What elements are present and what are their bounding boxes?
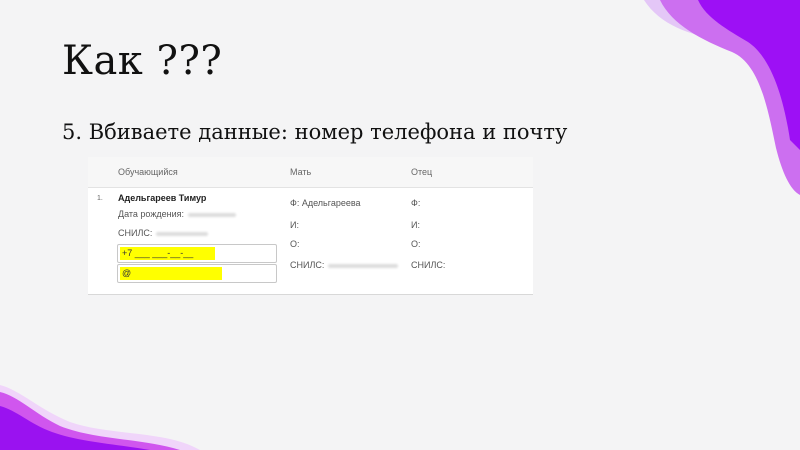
father-i: И:: [411, 220, 420, 230]
father-o: О:: [411, 239, 421, 249]
mother-snils-label: СНИЛС:: [290, 260, 325, 270]
birth-date-label: Дата рождения:: [118, 209, 236, 219]
screenshot-table: Обучающийся Мать Отец 1. Адельгареев Тим…: [88, 157, 533, 295]
decorative-blob-bottom-left: [0, 385, 200, 450]
student-snils-label: СНИЛС:: [118, 228, 153, 238]
father-snils: СНИЛС:: [411, 260, 446, 270]
row-number: 1.: [97, 195, 103, 202]
student-snils: СНИЛС:: [118, 228, 209, 238]
student-name: Адельгареев Тимур: [118, 193, 207, 203]
slide-subtitle: 5. Вбиваете данные: номер телефона и поч…: [62, 120, 568, 144]
header-student: Обучающийся: [118, 167, 178, 177]
mother-o: О:: [290, 239, 300, 249]
header-mother: Мать: [290, 167, 312, 177]
email-input-value: @: [120, 267, 222, 280]
phone-input[interactable]: +7 ___ ___-__-__: [117, 244, 277, 263]
slide-title: Как ???: [62, 38, 223, 84]
father-f: Ф:: [411, 198, 421, 208]
mother-snils: СНИЛС:: [290, 260, 399, 270]
redacted-text: [156, 231, 209, 236]
mother-i: И:: [290, 220, 299, 230]
header-father: Отец: [411, 167, 433, 177]
email-input[interactable]: @: [117, 264, 277, 283]
redacted-text: [328, 263, 399, 268]
phone-input-value: +7 ___ ___-__-__: [120, 247, 215, 260]
redacted-text: [188, 212, 236, 217]
birth-date-label-text: Дата рождения:: [118, 209, 184, 219]
table-header: Обучающийся Мать Отец: [88, 157, 533, 188]
mother-f: Ф: Адельгареева: [290, 198, 361, 208]
decorative-blob-top-right: [644, 0, 800, 195]
